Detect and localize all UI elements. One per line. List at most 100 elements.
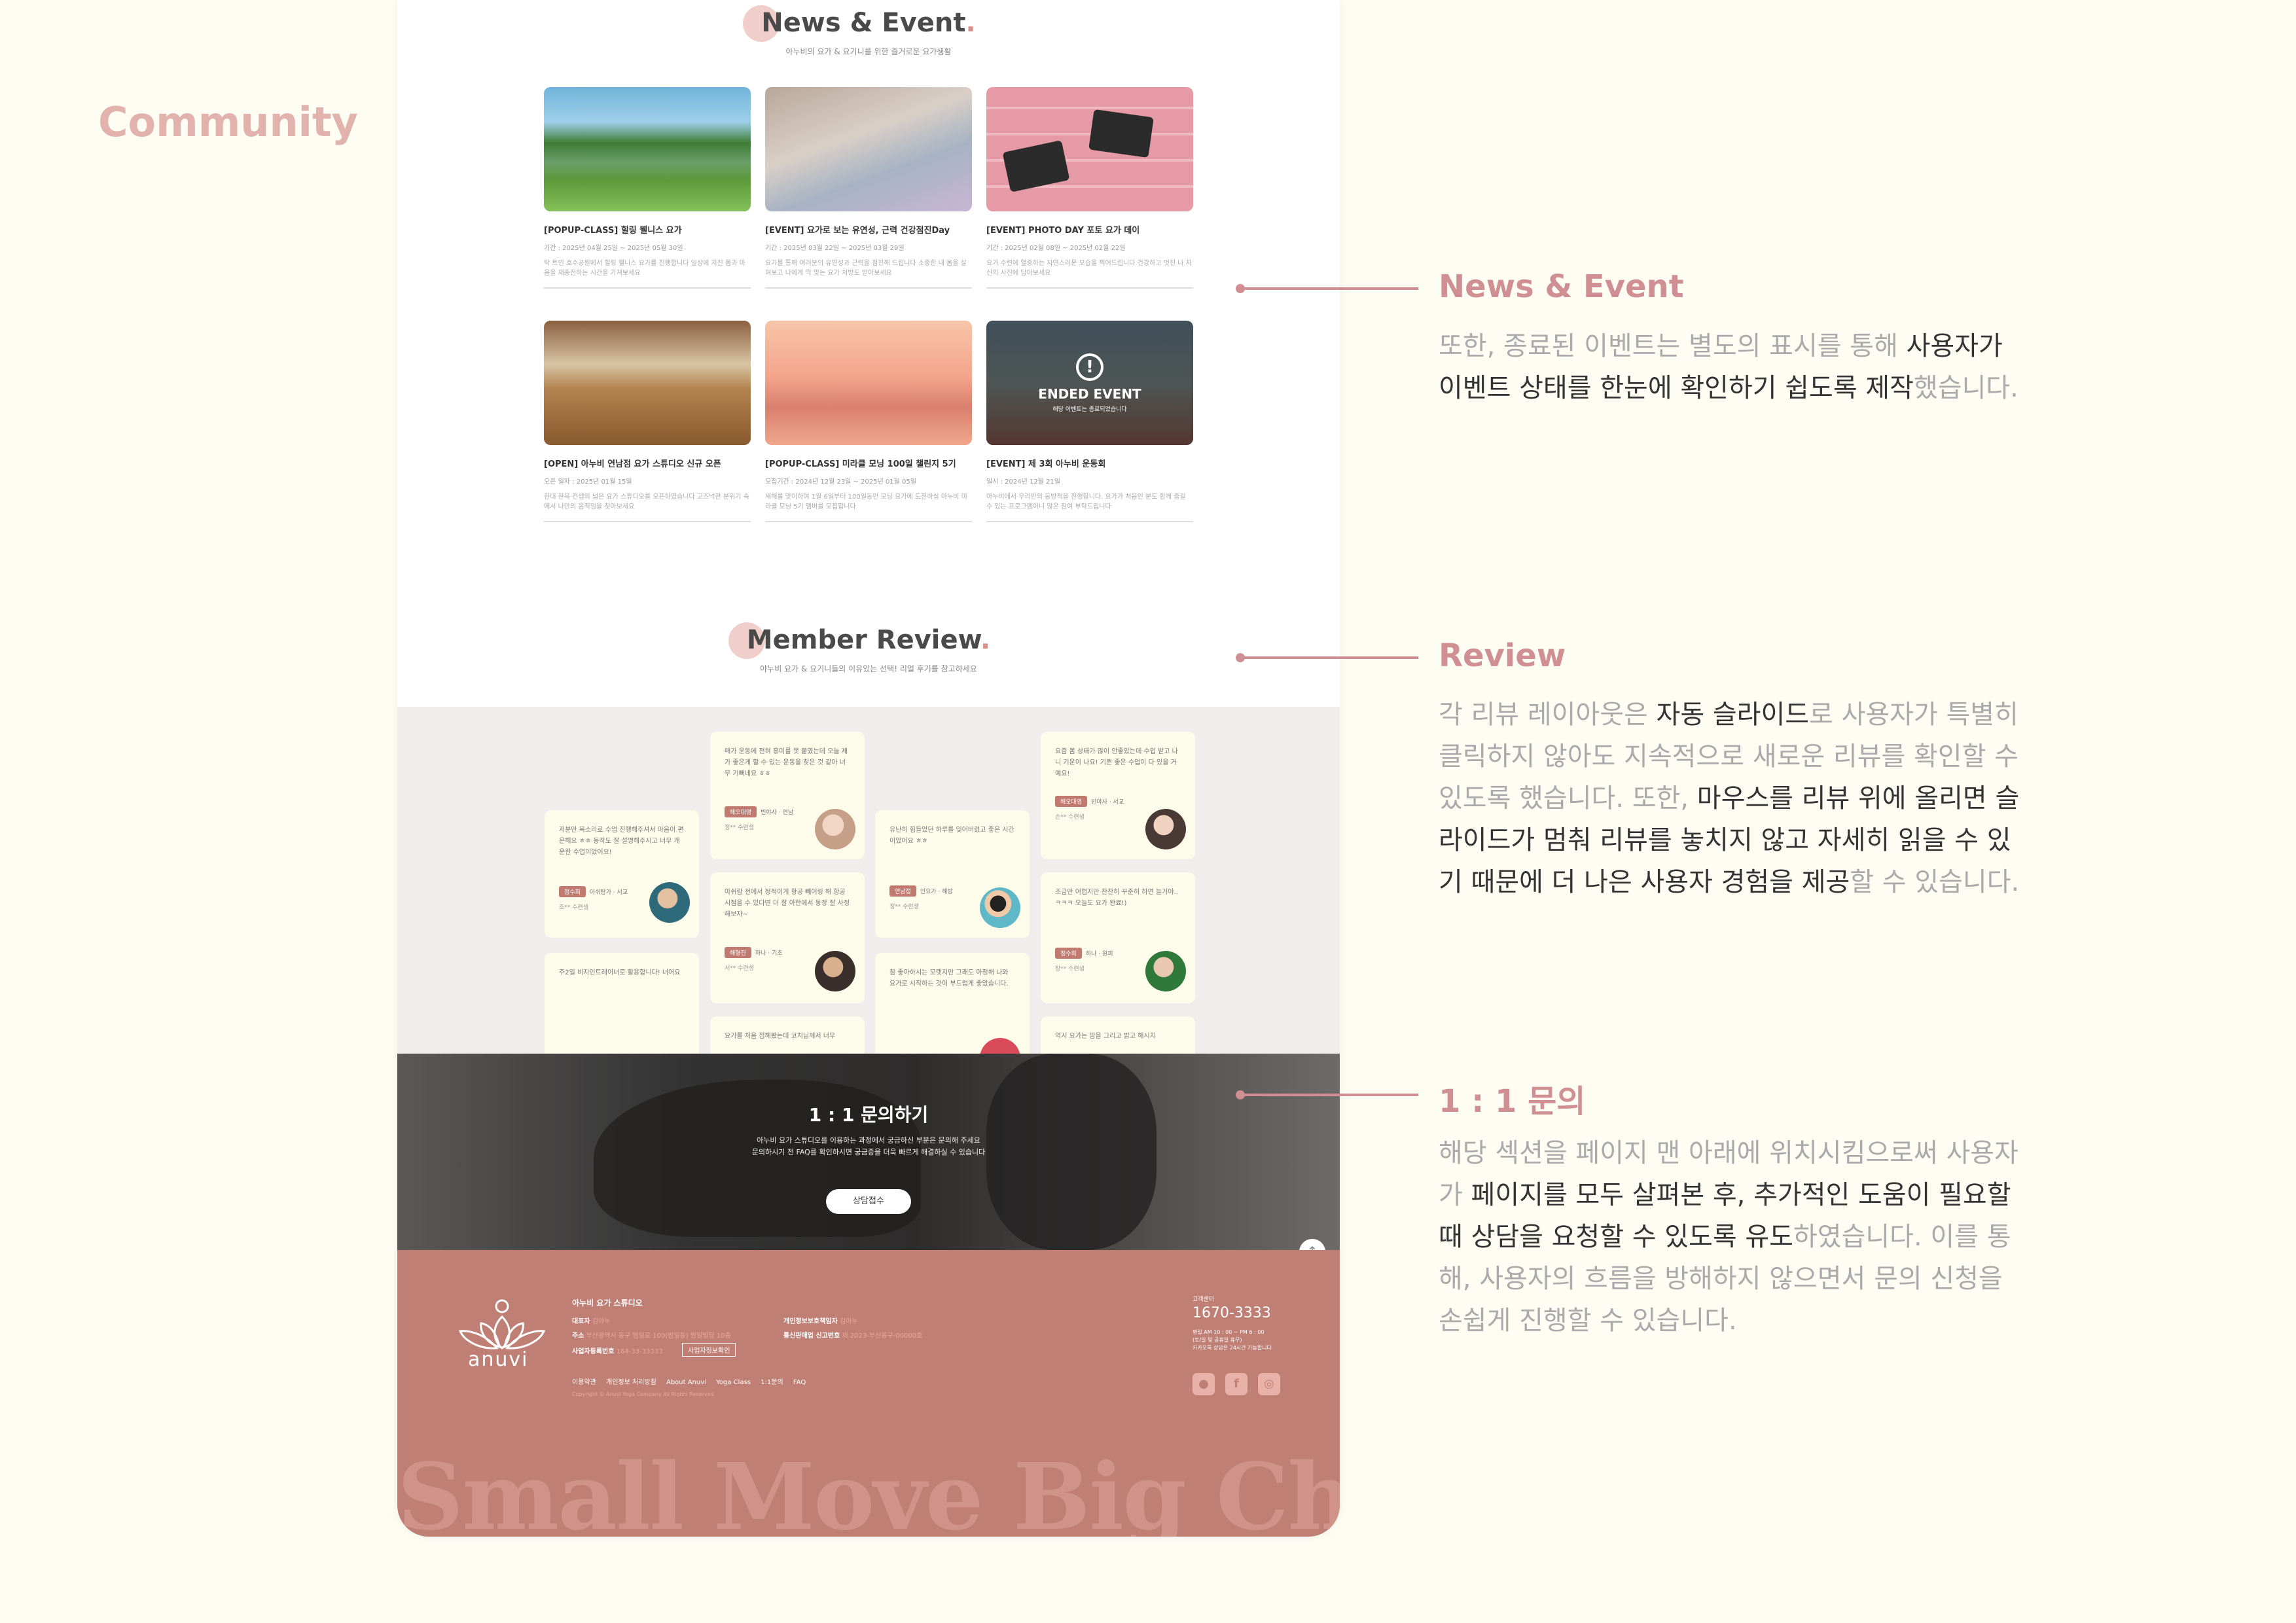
review-card[interactable]: 매가 운동에 전혀 흥미를 못 붙였는데 오늘 제가 좋은게 할 수 있는 운동…	[710, 732, 865, 859]
card-desc: 탁 트인 호수공원에서 힐링 웰니스 요가를 진행합니다 일상에 지친 몸과 마…	[544, 260, 745, 277]
review-card[interactable]: 아쉬람 전에서 정적이게 항공 빼어링 해 항공 시점을 수 있다면 더 잘 아…	[710, 872, 865, 1003]
card-title: [EVENT] 요가로 보는 유연성, 근력 건강점진Day	[765, 226, 950, 236]
link-inquiry[interactable]: 1:1문의	[761, 1379, 783, 1386]
link-terms[interactable]: 이용약관	[572, 1379, 596, 1386]
review-text: 유난히 힘들었던 하루를 잊어버렸고 좋은 시간이었어요 ㅎㅎ	[889, 827, 1014, 845]
footer-links: 이용약관 개인정보 처리방침 About Anuvi Yoga Class 1:…	[572, 1376, 806, 1386]
review-card[interactable]: 요가를 처음 접해봤는데 코치님께서 너무	[710, 1016, 865, 1054]
contact-title: 1 : 1 문의하기	[808, 1104, 929, 1126]
card-title: [POPUP-CLASS] 힐링 웰니스 요가	[544, 226, 682, 236]
kakao-icon[interactable]: ●	[1193, 1373, 1215, 1395]
cs-phone: 1670-3333	[1193, 1305, 1271, 1321]
review-text: 참 좋아하시는 모랫지만 그래도 아정해 나와 요가로 시작하는 것이 부드럽게…	[889, 969, 1009, 988]
review-text: 매가 운동에 전혀 흥미를 못 붙였는데 오늘 제가 좋은게 할 수 있는 운동…	[725, 748, 848, 777]
review-card[interactable]: 유난히 힘들었던 하루를 잊어버렸고 좋은 시간이었어요 ㅎㅎ 연남점 인요가 ·…	[875, 810, 1030, 938]
review-text: 주2일 비지인트레이너로 활용합니다! 너어요	[559, 969, 681, 976]
card-title: [EVENT] PHOTO DAY 포토 요가 데이	[986, 226, 1140, 236]
review-text: 아쉬람 전에서 정적이게 항공 빼어링 해 항공 시점을 수 있다면 더 잘 아…	[725, 889, 850, 918]
privacy-line: 개인정보보호책임자 김아누	[783, 1318, 858, 1325]
annotation-title-news: News & Event	[1439, 268, 1684, 305]
review-tag: 해오대영	[725, 806, 757, 817]
ended-subtitle: 해당 이벤트는 종료되었습니다	[1052, 406, 1127, 413]
contact-banner: 1 : 1 문의하기 아누비 요가 스튜디오를 이용하는 과정에서 궁금하신 부…	[397, 1054, 1340, 1250]
review-text: 저분만 목소리로 수업 진행해주셔서 마음이 편온해요 ㅎㅎ 동작도 잘 설명해…	[559, 827, 684, 856]
ended-title: ENDED EVENT	[1038, 385, 1141, 402]
card-date: 기간 : 2025년 04월 25일 ~ 2025년 05월 30일	[544, 245, 683, 252]
news-card-ended[interactable]: ! ENDED EVENT 해당 이벤트는 종료되었습니다 [EVENT] 제 …	[986, 321, 1193, 522]
link-yoga-class[interactable]: Yoga Class	[716, 1379, 751, 1386]
address-line: 주소 부산광역시 동구 범일로 100(범일동) 범일빌딩 10층	[572, 1332, 731, 1340]
footer-logo-text: anuvi	[468, 1348, 529, 1371]
avatar	[980, 1038, 1020, 1054]
card-desc: 새해를 맞이하여 1월 6일부터 100일동안 모닝 요가에 도전하실 아누비 …	[765, 493, 967, 510]
news-card[interactable]: [POPUP-CLASS] 미라클 모닝 100일 챌린지 5기 모집기간 : …	[765, 321, 972, 522]
ceo-line: 대표자 김아누	[572, 1318, 611, 1325]
review-slider[interactable]: 저분만 목소리로 수업 진행해주셔서 마음이 편온해요 ㅎㅎ 동작도 잘 설명해…	[397, 707, 1340, 1054]
biz-line: 사업자등록번호 164-33-33333	[572, 1348, 663, 1355]
mail-order-line: 통신판매업 신고번호 제 2023-부산동구-00000호	[783, 1332, 923, 1340]
link-about[interactable]: About Anuvi	[666, 1379, 706, 1386]
review-meta: 아쉬탕가 · 서교	[589, 889, 628, 896]
news-card[interactable]: [EVENT] 요가로 보는 유연성, 근력 건강점진Day 기간 : 2025…	[765, 87, 972, 289]
review-card[interactable]: 주2일 비지인트레이너로 활용합니다! 너어요	[545, 953, 699, 1054]
card-desc: 요가 수련에 열중하는 자연스러운 모습을 찍어드립니다 건강하고 멋진 나 자…	[986, 260, 1192, 277]
connector-line	[1240, 1094, 1418, 1096]
card-title: [POPUP-CLASS] 미라클 모닝 100일 챌린지 5기	[765, 459, 956, 469]
contact-desc: 아누비 요가 스튜디오를 이용하는 과정에서 궁금하신 부분은 문의해 주세요 문…	[751, 1136, 986, 1156]
biz-info-button[interactable]: 사업자정보확인	[682, 1343, 736, 1357]
scroll-top-icon[interactable]: ↑	[1299, 1239, 1325, 1250]
review-card[interactable]: 참 좋아하시는 모랫지만 그래도 아정해 나와 요가로 시작하는 것이 부드럽게…	[875, 953, 1030, 1054]
review-text: 요즘 몸 상태가 많이 안좋았는데 수업 받고 나니 기운이 나요! 기쁜 좋은…	[1055, 748, 1178, 777]
thumbnail-lake	[544, 87, 751, 211]
news-card[interactable]: [EVENT] PHOTO DAY 포토 요가 데이 기간 : 2025년 02…	[986, 87, 1193, 289]
facebook-icon[interactable]: f	[1225, 1373, 1247, 1395]
news-card[interactable]: [OPEN] 아누비 연남점 요가 스튜디오 신규 오픈 오픈 일자 : 202…	[544, 321, 751, 522]
card-title: [OPEN] 아누비 연남점 요가 스튜디오 신규 오픈	[544, 459, 721, 469]
annotation-title-review: Review	[1439, 637, 1566, 674]
review-tag: 정수희	[559, 886, 586, 897]
instagram-icon[interactable]: ◎	[1258, 1373, 1280, 1395]
review-card[interactable]: 요즘 몸 상태가 많이 안좋았는데 수업 받고 나니 기운이 나요! 기쁜 좋은…	[1041, 732, 1195, 859]
avatar	[815, 809, 855, 849]
news-card[interactable]: [POPUP-CLASS] 힐링 웰니스 요가 기간 : 2025년 04월 2…	[544, 87, 751, 289]
review-header: Member Review. 아누비 요가 & 요기니들의 이유있는 선택! 리…	[397, 622, 1340, 674]
thumbnail-sports: ! ENDED EVENT 해당 이벤트는 종료되었습니다	[986, 321, 1193, 445]
review-text: 요가를 처음 접해봤는데 코치님께서 너무	[725, 1033, 836, 1040]
link-faq[interactable]: FAQ	[793, 1379, 806, 1386]
card-desc: 현대 한옥 컨셉의 넓은 요가 스튜디오를 오픈하였습니다 고즈넉한 분위기 속…	[544, 493, 749, 510]
review-tag: 연남점	[889, 885, 916, 897]
review-tag: 정수희	[1055, 948, 1082, 959]
card-date: 일시 : 2024년 12월 21일	[986, 478, 1060, 486]
news-title: News & Event.	[743, 5, 976, 42]
review-card[interactable]: 조금만 어렵지만 찬찬히 꾸준히 하면 늘거야.. ㅋㅋㅋ 오늘도 요가 완료!…	[1041, 872, 1195, 1003]
cs-label: 고객센터	[1193, 1296, 1215, 1303]
slogan: Small Move Big Change	[397, 1444, 1340, 1537]
avatar	[649, 882, 690, 923]
news-subtitle: 아누비의 요가 & 요기니를 위한 즐거로운 요가생활	[785, 47, 952, 56]
alert-icon: !	[1076, 353, 1103, 381]
card-date: 모집기간 : 2024년 12월 23일 ~ 2025년 01월 05일	[765, 478, 916, 486]
thumbnail-sunset	[765, 321, 972, 445]
card-desc: 아누비에서 우리만의 동방적을 진행합니다. 요가가 처음인 분도 함께 즐길 …	[986, 493, 1186, 510]
annotation-body-review: 각 리뷰 레이아웃은 자동 슬라이드로 사용자가 특별히 클릭하지 않아도 지속…	[1439, 700, 2020, 897]
news-header: News & Event. 아누비의 요가 & 요기니를 위한 즐거로운 요가생…	[397, 5, 1340, 57]
card-date: 오픈 일자 : 2025년 01월 15일	[544, 478, 632, 486]
card-title: [EVENT] 제 3회 아누비 운동회	[986, 459, 1106, 469]
copyright: Copyright © Anuvi Yoga Company All Right…	[572, 1391, 714, 1397]
link-privacy[interactable]: 개인정보 처리방침	[606, 1379, 656, 1386]
connector-line	[1240, 287, 1418, 290]
ended-overlay: ! ENDED EVENT 해당 이벤트는 종료되었습니다	[986, 321, 1193, 445]
consult-button[interactable]: 상담접수	[826, 1189, 911, 1214]
card-desc: 요가를 통해 여러분의 유연성과 근력을 점진해 드립니다 소중한 내 몸을 살…	[765, 260, 967, 277]
thumbnail-studio	[544, 321, 751, 445]
avatar	[815, 951, 855, 991]
thumbnail-stretch	[765, 87, 972, 211]
review-meta: 하나 · 기초	[755, 950, 783, 957]
review-card[interactable]: 역시 요가는 땀을 그리고 밝고 해시지	[1041, 1016, 1195, 1054]
review-text: 조금만 어렵지만 찬찬히 꾸준히 하면 늘거야.. ㅋㅋㅋ 오늘도 요가 완료!…	[1055, 889, 1178, 907]
review-subtitle: 아누비 요가 & 요기니들의 이유있는 선택! 리얼 후기를 참고하세요	[760, 664, 977, 673]
card-date: 기간 : 2025년 03월 22일 ~ 2025년 03월 29일	[765, 245, 905, 252]
review-card[interactable]: 저분만 목소리로 수업 진행해주셔서 마음이 편온해요 ㅎㅎ 동작도 잘 설명해…	[545, 810, 699, 938]
review-text: 역시 요가는 땀을 그리고 밝고 해시지	[1055, 1033, 1156, 1040]
avatar	[1145, 809, 1186, 849]
